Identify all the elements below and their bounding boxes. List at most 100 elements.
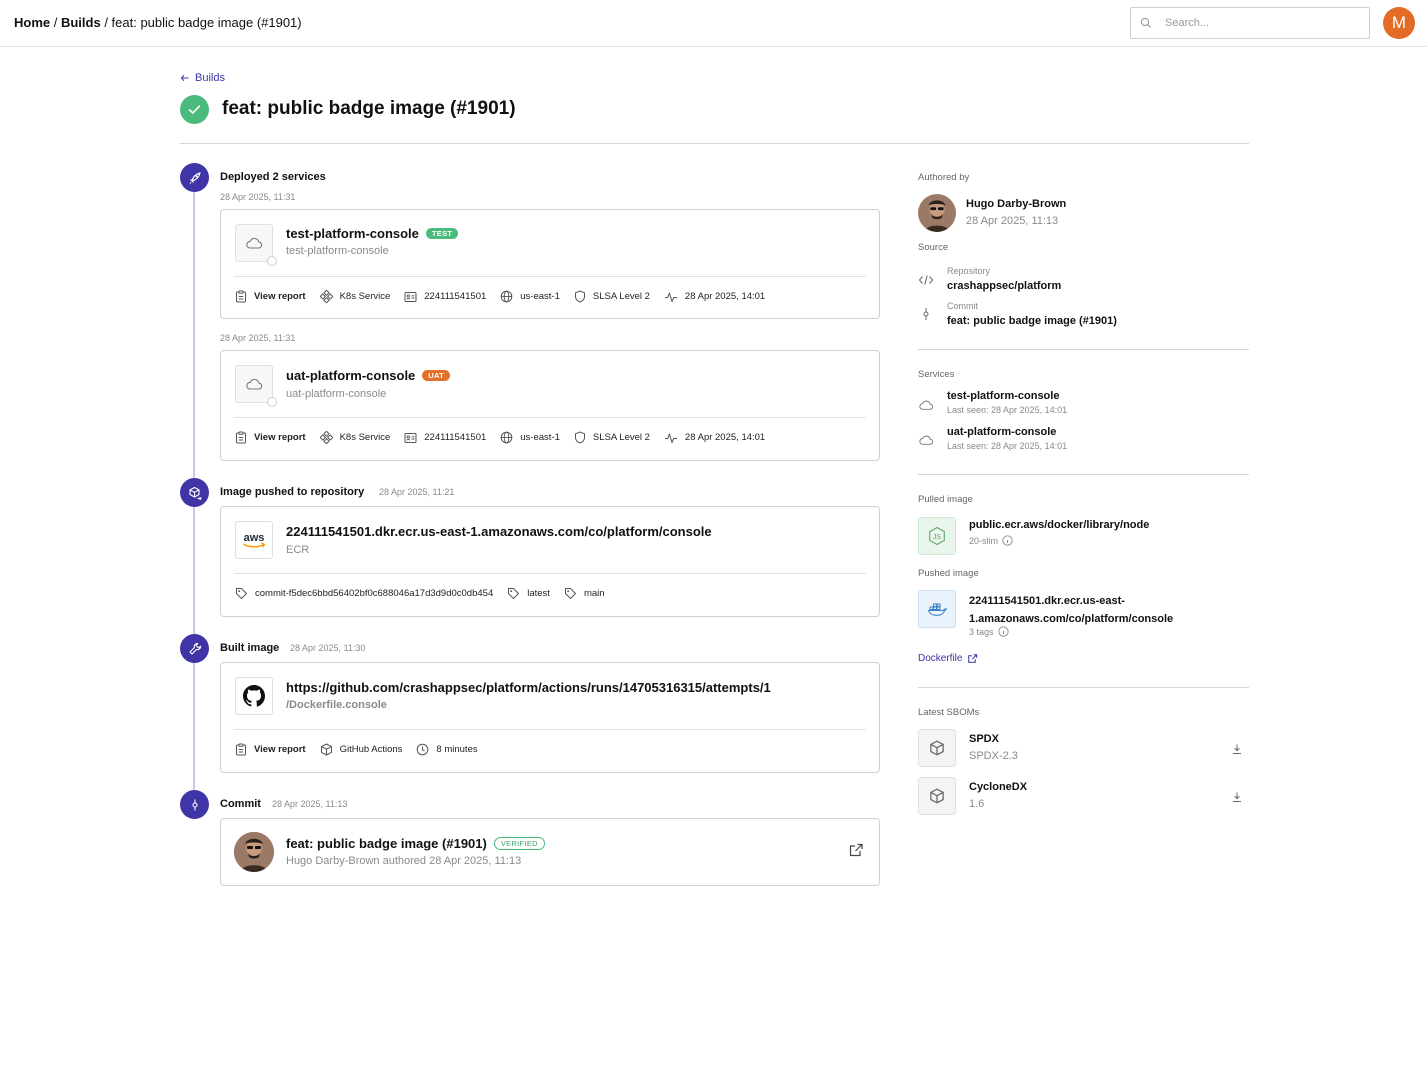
package-push-icon — [180, 478, 209, 507]
search-input[interactable]: Search... — [1130, 7, 1370, 39]
back-link[interactable]: Builds — [180, 72, 225, 84]
service-card[interactable]: uat-platform-console UAT uat-platform-con… — [220, 350, 880, 461]
search-placeholder: Search... — [1165, 17, 1210, 29]
box-icon — [320, 743, 332, 756]
tag: latest — [527, 588, 550, 599]
back-link-label: Builds — [195, 72, 225, 84]
git-commit-icon — [180, 790, 209, 819]
pushed-image-tags: 3 tags — [969, 626, 1009, 637]
image-tags: commit-f5dec6bbd56402bf0c688046a17d3d9d0… — [235, 587, 619, 600]
divider — [918, 687, 1249, 688]
kubernetes-icon — [319, 431, 333, 444]
status-ring — [267, 256, 277, 266]
divider — [234, 729, 866, 730]
build-meta: View report GitHub Actions 8 minutes — [235, 743, 492, 756]
repository-link[interactable]: crashappsec/platform — [947, 280, 1061, 292]
tag: main — [583, 588, 605, 599]
service-name[interactable]: test-platform-console — [286, 226, 419, 241]
registry-name: ECR — [286, 544, 310, 556]
cloud-icon — [235, 365, 273, 403]
download-icon[interactable] — [1231, 790, 1243, 808]
divider — [234, 417, 866, 418]
event-pushed-time: 28 Apr 2025, 11:21 — [379, 487, 455, 497]
commit-message[interactable]: feat: public badge image (#1901) — [286, 836, 487, 851]
github-icon — [235, 677, 273, 715]
account-id: 224111541501 — [424, 432, 487, 443]
sidebar-service-name[interactable]: test-platform-console — [947, 390, 1059, 402]
view-report-link[interactable]: View report — [235, 743, 306, 756]
search-icon — [1140, 17, 1151, 28]
code-icon — [918, 273, 934, 291]
image-repo[interactable]: 224111541501.dkr.ecr.us-east-1.amazonaws… — [286, 524, 712, 539]
author-name[interactable]: Hugo Darby-Brown — [966, 198, 1066, 210]
pushed-image-label: Pushed image — [918, 568, 979, 579]
info-icon[interactable] — [997, 626, 1009, 637]
clock-icon — [417, 743, 429, 756]
divider — [918, 349, 1249, 350]
pushed-tags-text: 3 tags — [969, 626, 994, 637]
breadcrumb-current: feat: public badge image (#1901) — [111, 15, 302, 30]
sbom-name[interactable]: CycloneDX — [969, 781, 1027, 793]
service-card[interactable]: test-platform-console TEST test-platform-… — [220, 209, 880, 319]
service-sub: test-platform-console — [286, 245, 389, 257]
id-card-icon — [404, 291, 417, 302]
clipboard-icon — [236, 743, 246, 756]
commit-card[interactable]: feat: public badge image (#1901) VERIFIED… — [220, 818, 880, 886]
pushed-image-line1: 224111541501.dkr.ecr.us-east- — [969, 595, 1125, 607]
pushed-image-name[interactable]: 224111541501.dkr.ecr.us-east- 1.amazonaws… — [969, 592, 1173, 628]
slsa-level: SLSA Level 2 — [592, 291, 650, 302]
dockerfile-path: /Dockerfile.console — [286, 699, 387, 711]
service-type: K8s Service — [339, 432, 391, 443]
env-badge: UAT — [422, 370, 451, 381]
nodejs-icon: JS — [918, 517, 956, 555]
slsa-level: SLSA Level 2 — [592, 432, 650, 443]
shield-icon — [574, 290, 585, 303]
external-link-icon — [968, 654, 978, 663]
event-built-title: Built image — [220, 642, 280, 654]
pulled-image-name[interactable]: public.ecr.aws/docker/library/node — [969, 519, 1149, 531]
sbom-name[interactable]: SPDX — [969, 733, 999, 745]
id-card-icon — [404, 432, 417, 443]
commit-link[interactable]: feat: public badge image (#1901) — [947, 315, 1117, 327]
clipboard-icon — [236, 431, 246, 444]
verified-badge: VERIFIED — [493, 837, 545, 850]
view-report-link[interactable]: View report — [235, 431, 306, 444]
authored-by-label: Authored by — [918, 172, 970, 183]
view-report-label: View report — [254, 291, 306, 302]
build-url[interactable]: https://github.com/crashappsec/platform/… — [286, 680, 771, 695]
activity-icon — [664, 292, 677, 302]
repository-label: Repository — [947, 266, 991, 276]
tag-icon — [564, 588, 576, 599]
image-card[interactable]: aws 224111541501.dkr.ecr.us-east-1.amazo… — [220, 506, 880, 617]
last-seen: 28 Apr 2025, 14:01 — [684, 291, 766, 302]
author-time: 28 Apr 2025, 11:13 — [966, 215, 1059, 227]
dockerfile-link[interactable]: Dockerfile — [918, 653, 978, 664]
svg-text:JS: JS — [933, 534, 942, 541]
service-name[interactable]: uat-platform-console — [286, 368, 415, 383]
docker-icon — [918, 590, 956, 628]
author-avatar — [234, 832, 274, 872]
view-report-link[interactable]: View report — [235, 290, 306, 303]
pulled-tag-text: 20-slim — [969, 535, 999, 546]
event-deployed-title: Deployed 2 services — [220, 171, 326, 183]
download-icon[interactable] — [1231, 742, 1243, 760]
breadcrumb-home[interactable]: Home — [14, 15, 50, 30]
cloud-icon — [918, 398, 934, 416]
service-type: K8s Service — [339, 291, 391, 302]
build-card[interactable]: https://github.com/crashappsec/platform/… — [220, 662, 880, 773]
breadcrumb: Home / Builds / feat: public badge image… — [14, 15, 302, 30]
breadcrumb-builds[interactable]: Builds — [61, 15, 101, 30]
sidebar-service-name[interactable]: uat-platform-console — [947, 426, 1056, 438]
activity-icon — [664, 433, 677, 443]
external-link-icon[interactable] — [848, 842, 864, 863]
top-bar: Home / Builds / feat: public badge image… — [0, 0, 1427, 47]
user-avatar[interactable]: M — [1383, 7, 1415, 39]
info-icon[interactable] — [1002, 535, 1013, 546]
aws-logo-text: aws — [244, 532, 265, 544]
arrow-left-icon — [180, 74, 189, 82]
account-id: 224111541501 — [424, 291, 487, 302]
sidebar-service-last-seen: Last seen: 28 Apr 2025, 14:01 — [947, 405, 1068, 415]
view-report-label: View report — [254, 432, 306, 443]
kubernetes-icon — [319, 290, 333, 303]
tag-icon — [508, 588, 520, 599]
